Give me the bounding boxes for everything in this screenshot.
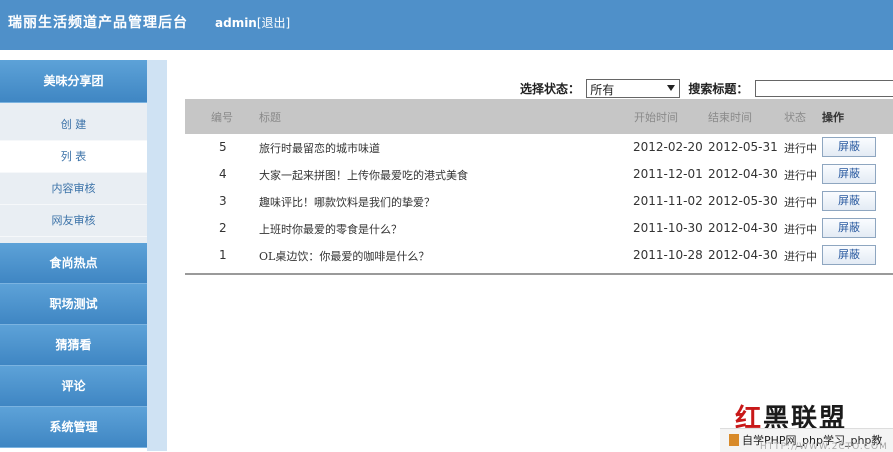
- col-title: 标题: [259, 111, 281, 124]
- sidebar-group-system[interactable]: 系统管理: [0, 407, 147, 448]
- sidebar-submenu: 创 建 列 表 内容审核 网友审核: [0, 103, 147, 243]
- app-title: 瑞丽生活频道产品管理后台: [8, 15, 188, 31]
- block-button[interactable]: 屏蔽: [822, 218, 876, 238]
- row-status: 进行中: [784, 250, 817, 263]
- row-end: 2012-04-30: [708, 167, 778, 181]
- row-title: 大家一起来拼图！上传你最爱吃的港式美食: [259, 169, 468, 182]
- row-start: 2011-11-02: [633, 194, 703, 208]
- row-title: 旅行时最留恋的城市味道: [259, 142, 380, 155]
- block-button[interactable]: 屏蔽: [822, 191, 876, 211]
- row-end: 2012-04-30: [708, 248, 778, 262]
- col-op: 操作: [822, 111, 844, 124]
- col-end: 结束时间: [708, 111, 752, 124]
- table-bottom-rule: [185, 273, 893, 275]
- user-info: admin[退出]: [215, 14, 290, 31]
- sidebar: 美味分享团 创 建 列 表 内容审核 网友审核 食尚热点 职场测试 猜猜看 评论…: [0, 60, 147, 448]
- row-title: OL桌边饮：你最爱的咖啡是什么？: [259, 250, 430, 263]
- row-status: 进行中: [784, 196, 817, 209]
- row-status: 进行中: [784, 169, 817, 182]
- chevron-down-icon: [667, 85, 676, 91]
- col-start: 开始时间: [634, 111, 678, 124]
- row-end: 2012-05-31: [708, 140, 778, 154]
- sidebar-group-food-trends[interactable]: 食尚热点: [0, 243, 147, 284]
- search-label: 搜索标题：: [688, 82, 749, 96]
- row-end: 2012-04-30: [708, 221, 778, 235]
- activity-table: 编号 标题 开始时间 结束时间 状态 操作 5 旅行时最留恋的城市味道 2012…: [185, 99, 893, 275]
- top-header: 瑞丽生活频道产品管理后台 admin[退出]: [0, 0, 893, 50]
- sidebar-item-content-review[interactable]: 内容审核: [0, 173, 147, 205]
- table-row: 2 上班时你最爱的零食是什么？ 2011-10-30 2012-04-30 进行…: [185, 215, 893, 242]
- sidebar-group-guess[interactable]: 猜猜看: [0, 325, 147, 366]
- username: admin: [215, 16, 257, 30]
- row-id: 3: [219, 194, 227, 208]
- row-id: 4: [219, 167, 227, 181]
- table-row: 5 旅行时最留恋的城市味道 2012-02-20 2012-05-31 进行中 …: [185, 134, 893, 161]
- table-header: 编号 标题 开始时间 结束时间 状态 操作: [185, 99, 893, 134]
- row-start: 2012-02-20: [633, 140, 703, 154]
- row-status: 进行中: [784, 142, 817, 155]
- row-title: 趣味评比！哪款饮料是我们的挚爱？: [259, 196, 435, 209]
- row-start: 2011-12-01: [633, 167, 703, 181]
- row-title: 上班时你最爱的零食是什么？: [259, 223, 402, 236]
- col-status: 状态: [784, 111, 806, 124]
- sidebar-group-workplace-test[interactable]: 职场测试: [0, 284, 147, 325]
- table-row: 4 大家一起来拼图！上传你最爱吃的港式美食 2011-12-01 2012-04…: [185, 161, 893, 188]
- search-input[interactable]: [754, 80, 893, 97]
- row-end: 2012-05-30: [708, 194, 778, 208]
- status-label: 选择状态：: [520, 82, 581, 96]
- row-status: 进行中: [784, 223, 817, 236]
- sidebar-item-user-review[interactable]: 网友审核: [0, 205, 147, 237]
- block-button[interactable]: 屏蔽: [822, 245, 876, 265]
- logout-link[interactable]: [退出]: [257, 16, 290, 30]
- sidebar-group-comments[interactable]: 评论: [0, 366, 147, 407]
- sidebar-group-food-share[interactable]: 美味分享团: [0, 60, 147, 103]
- block-button[interactable]: 屏蔽: [822, 137, 876, 157]
- sidebar-item-create[interactable]: 创 建: [0, 109, 147, 141]
- status-select-value: 所有: [590, 83, 615, 97]
- sidebar-item-list[interactable]: 列 表: [0, 141, 147, 173]
- block-button[interactable]: 屏蔽: [822, 164, 876, 184]
- filter-bar: 选择状态： 所有 搜索标题：: [520, 79, 893, 99]
- row-id: 2: [219, 221, 227, 235]
- row-start: 2011-10-28: [633, 248, 703, 262]
- row-id: 1: [219, 248, 227, 262]
- sidebar-stripe: [147, 60, 167, 451]
- table-row: 3 趣味评比！哪款饮料是我们的挚爱？ 2011-11-02 2012-05-30…: [185, 188, 893, 215]
- table-row: 1 OL桌边饮：你最爱的咖啡是什么？ 2011-10-28 2012-04-30…: [185, 242, 893, 269]
- document-icon: [729, 434, 739, 446]
- status-select[interactable]: 所有: [586, 79, 681, 98]
- row-id: 5: [219, 140, 227, 154]
- row-start: 2011-10-30: [633, 221, 703, 235]
- col-id: 编号: [211, 111, 233, 124]
